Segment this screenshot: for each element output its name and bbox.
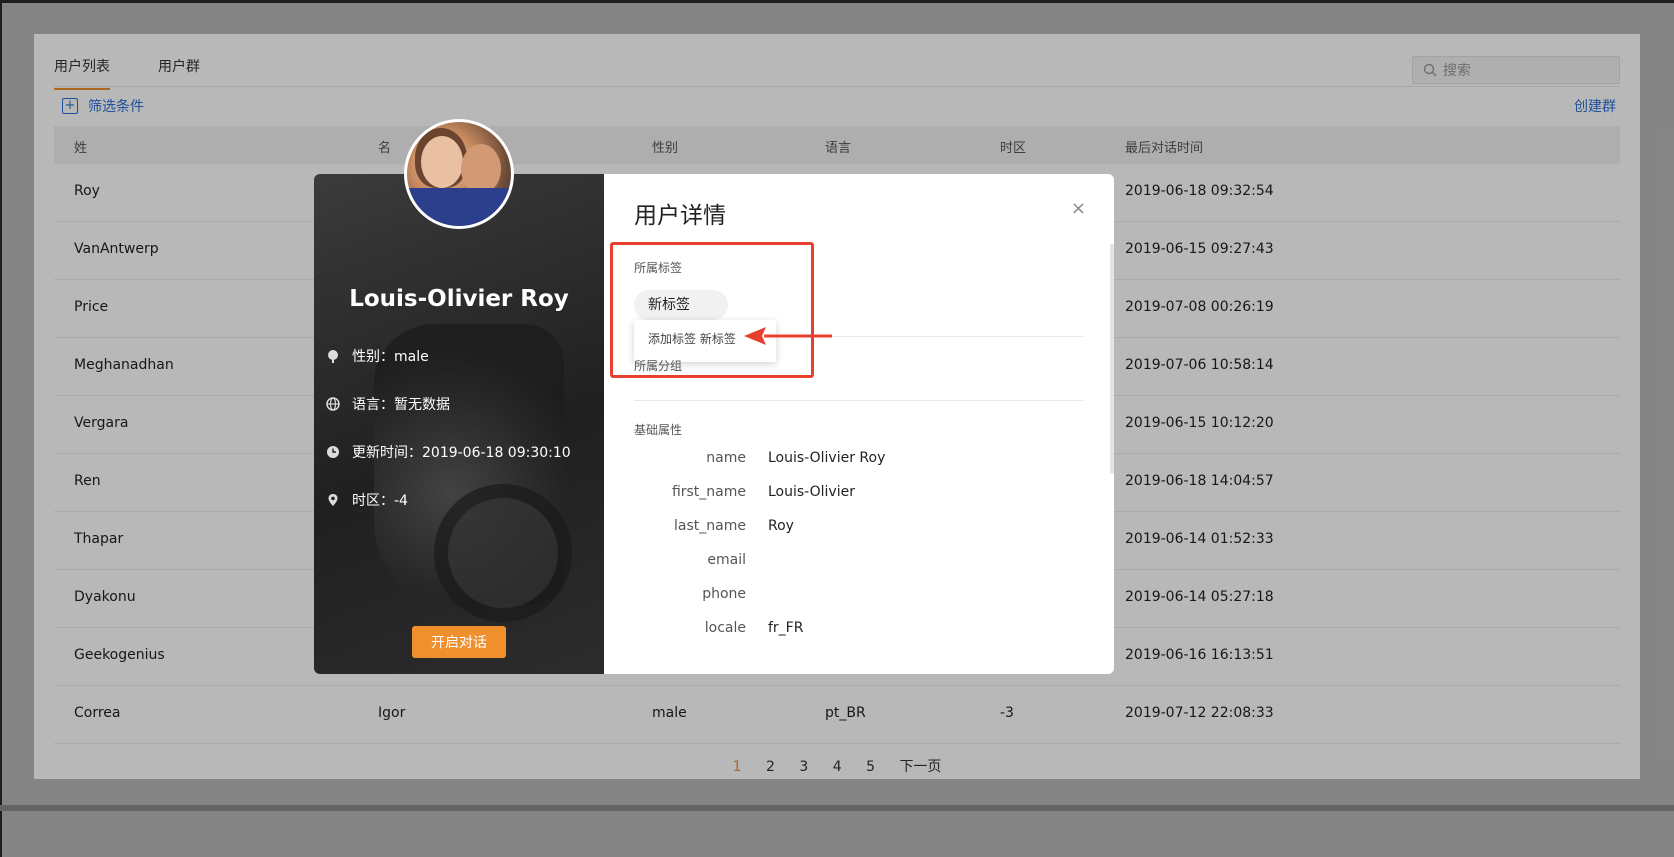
- user-avatar: [404, 119, 514, 229]
- language-info: 语言：暂无数据: [326, 394, 450, 414]
- annotation-highlight-box: [610, 242, 814, 378]
- clock-icon: [327, 446, 339, 458]
- detail-scrollbar[interactable]: [1110, 244, 1114, 474]
- language-text: 语言：暂无数据: [352, 397, 450, 413]
- annotation-arrow-icon: [744, 327, 832, 345]
- modal-title: 用户详情: [634, 203, 726, 229]
- open-chat-button[interactable]: 开启对话: [412, 626, 506, 658]
- user-detail-panel: 用户详情 × 所属标签 新标签 添加标签 新标签 所属分组 基础属性 name L…: [604, 174, 1114, 674]
- background-lens-shape: [434, 484, 572, 622]
- location-pin-icon: [328, 494, 338, 506]
- updated-text: 更新时间：2019-06-18 09:30:10: [352, 445, 571, 461]
- group-divider: [634, 400, 1084, 401]
- globe-icon: [326, 397, 340, 411]
- close-icon[interactable]: ×: [1071, 198, 1086, 219]
- updated-info: 更新时间：2019-06-18 09:30:10: [326, 442, 571, 462]
- user-profile-panel: Louis-Olivier Roy 性别：male 语言：暂无数据 更新时间：2…: [314, 174, 604, 674]
- basic-attributes-label: 基础属性: [634, 423, 683, 437]
- gender-icon: [328, 350, 338, 363]
- user-full-name: Louis-Olivier Roy: [349, 286, 569, 312]
- gender-info: 性别：male: [326, 346, 429, 366]
- timezone-text: 时区：-4: [352, 493, 408, 509]
- timezone-info: 时区：-4: [326, 490, 408, 510]
- user-detail-modal: Louis-Olivier Roy 性别：male 语言：暂无数据 更新时间：2…: [314, 119, 1114, 674]
- gender-text: 性别：male: [352, 349, 429, 365]
